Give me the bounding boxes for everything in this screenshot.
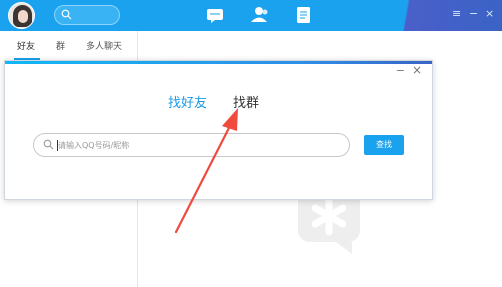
tab-friends[interactable]: 好友 bbox=[17, 39, 35, 52]
search-icon bbox=[43, 139, 54, 150]
contacts-icon[interactable] bbox=[248, 4, 270, 26]
find-dialog: − × 找好友 找群 查找 bbox=[4, 60, 433, 200]
dialog-minimize-button[interactable]: − bbox=[396, 64, 405, 77]
search-icon bbox=[61, 9, 72, 20]
minimize-icon[interactable]: − bbox=[469, 7, 478, 21]
tab-multi-chat[interactable]: 多人聊天 bbox=[86, 39, 122, 52]
top-search-input[interactable] bbox=[54, 5, 120, 25]
avatar-face bbox=[18, 10, 28, 23]
dialog-accent-bar bbox=[5, 61, 432, 64]
search-field[interactable] bbox=[33, 133, 350, 157]
sidebar-tabs: 好友 群 多人聊天 bbox=[0, 31, 138, 61]
messages-icon[interactable] bbox=[204, 4, 226, 26]
settings-menu-icon[interactable]: ≡ bbox=[452, 7, 461, 21]
tab-find-group[interactable]: 找群 bbox=[233, 92, 259, 111]
dialog-close-button[interactable]: × bbox=[412, 63, 422, 77]
tab-find-friend[interactable]: 找好友 bbox=[168, 92, 207, 111]
close-icon[interactable]: × bbox=[485, 7, 494, 21]
tab-groups[interactable]: 群 bbox=[56, 39, 65, 52]
avatar[interactable] bbox=[8, 2, 35, 29]
documents-icon[interactable] bbox=[292, 4, 314, 26]
qq-search-input[interactable] bbox=[58, 137, 338, 153]
top-bar: ≡ − × bbox=[0, 0, 502, 31]
find-button[interactable]: 查找 bbox=[364, 135, 404, 155]
